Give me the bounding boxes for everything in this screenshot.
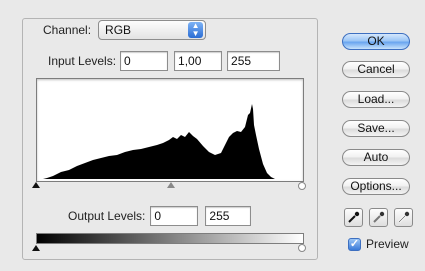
output-black-field[interactable]: 0	[150, 206, 199, 226]
load-button[interactable]: Load...	[342, 91, 410, 108]
histogram-graph	[43, 104, 275, 179]
channel-select[interactable]: RGB ▲ ▼	[98, 20, 207, 40]
preview-label[interactable]: Preview	[366, 237, 409, 251]
input-white-point-handle[interactable]	[298, 182, 306, 190]
black-eyedropper-button[interactable]	[344, 208, 363, 227]
channel-label: Channel:	[41, 23, 94, 37]
input-levels-slider[interactable]	[32, 182, 306, 192]
input-black-point-handle[interactable]	[32, 182, 40, 188]
output-black-point-handle[interactable]	[32, 245, 40, 251]
input-gamma-handle[interactable]	[167, 182, 175, 188]
preview-checkbox[interactable]: ✓	[348, 238, 361, 251]
channel-row: Channel: RGB ▲ ▼	[41, 20, 207, 40]
up-down-arrows-icon: ▲ ▼	[188, 22, 204, 38]
output-levels-slider[interactable]	[32, 244, 306, 255]
options-button[interactable]: Options...	[342, 178, 410, 195]
input-black-field[interactable]: 0	[120, 51, 169, 71]
output-white-field[interactable]: 255	[205, 206, 252, 226]
gray-eyedropper-button[interactable]	[369, 208, 388, 227]
white-eyedropper-button[interactable]	[394, 208, 413, 227]
white-eyedropper-icon	[398, 211, 410, 223]
cancel-button[interactable]: Cancel	[342, 61, 410, 78]
output-levels-label: Output Levels:	[68, 209, 146, 223]
ok-button[interactable]: OK	[342, 33, 410, 50]
histogram-shape	[43, 104, 275, 179]
gray-eyedropper-icon	[373, 211, 385, 223]
auto-button[interactable]: Auto	[342, 149, 410, 166]
channel-value: RGB	[105, 23, 132, 37]
input-white-field[interactable]: 255	[227, 51, 281, 71]
save-button[interactable]: Save...	[342, 120, 410, 137]
output-gradient-bar	[36, 233, 304, 244]
output-white-point-handle[interactable]	[298, 244, 306, 252]
black-eyedropper-icon	[348, 211, 360, 223]
histogram	[36, 78, 304, 182]
output-levels-row: Output Levels: 0 255	[68, 206, 252, 226]
input-levels-label: Input Levels:	[48, 54, 117, 68]
input-gamma-field[interactable]: 1,00	[174, 51, 223, 71]
input-levels-row: Input Levels: 0 1,00 255	[48, 51, 281, 71]
